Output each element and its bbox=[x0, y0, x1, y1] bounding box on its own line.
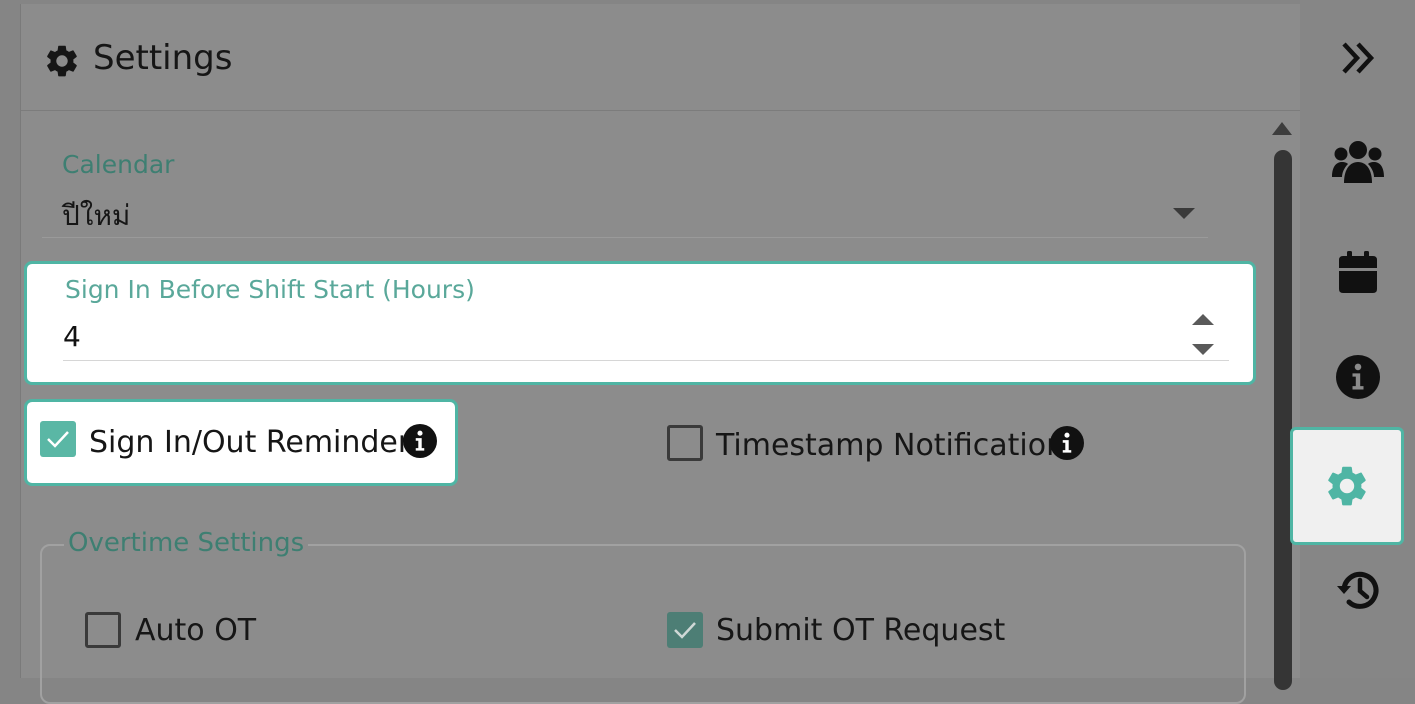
settings-header: Settings bbox=[21, 4, 1301, 111]
auto-ot-checkbox[interactable] bbox=[85, 612, 121, 648]
calendar-select[interactable]: ปีใหม่ bbox=[62, 194, 130, 238]
auto-ot-label: Auto OT bbox=[135, 613, 257, 648]
input-underline bbox=[63, 360, 1229, 361]
history-icon bbox=[1336, 571, 1378, 609]
timestamp-checkbox[interactable] bbox=[667, 425, 703, 461]
calendar-underline bbox=[42, 237, 1208, 238]
submit-ot-label: Submit OT Request bbox=[716, 613, 1006, 648]
gear-icon bbox=[1328, 466, 1366, 506]
sign-in-before-field[interactable]: Sign In Before Shift Start (Hours) 4 bbox=[24, 261, 1256, 385]
increment-arrow-icon[interactable] bbox=[1192, 314, 1214, 325]
calendar-button[interactable] bbox=[1300, 222, 1415, 322]
submit-ot-checkbox[interactable] bbox=[667, 612, 703, 648]
reminder-label: Sign In/Out Reminder bbox=[89, 425, 411, 460]
overtime-settings-legend: Overtime Settings bbox=[64, 528, 309, 558]
gear-icon bbox=[47, 45, 77, 77]
users-icon bbox=[1331, 141, 1384, 183]
settings-button[interactable] bbox=[1290, 427, 1404, 545]
sign-in-before-input[interactable]: 4 bbox=[63, 320, 81, 353]
collapse-button[interactable] bbox=[1300, 8, 1415, 108]
info-icon[interactable] bbox=[1050, 426, 1084, 460]
calendar-label: Calendar bbox=[62, 150, 175, 179]
scrollbar-thumb[interactable] bbox=[1274, 150, 1292, 690]
page-title: Settings bbox=[93, 38, 233, 78]
users-button[interactable] bbox=[1300, 112, 1415, 212]
info-icon[interactable] bbox=[403, 424, 437, 458]
caret-down-icon[interactable] bbox=[1173, 208, 1195, 219]
reminder-checkbox[interactable] bbox=[40, 421, 76, 457]
history-button[interactable] bbox=[1300, 540, 1415, 640]
info-icon bbox=[1335, 355, 1380, 399]
double-chevron-right-icon bbox=[1341, 42, 1374, 74]
scroll-up-arrow-icon[interactable] bbox=[1272, 122, 1292, 135]
calendar-icon bbox=[1338, 251, 1377, 293]
check-icon bbox=[674, 622, 696, 639]
check-icon bbox=[47, 431, 69, 448]
decrement-arrow-icon[interactable] bbox=[1192, 344, 1214, 355]
timestamp-label: Timestamp Notification bbox=[716, 428, 1066, 463]
info-button[interactable] bbox=[1300, 327, 1415, 427]
sign-in-before-label: Sign In Before Shift Start (Hours) bbox=[65, 275, 475, 304]
